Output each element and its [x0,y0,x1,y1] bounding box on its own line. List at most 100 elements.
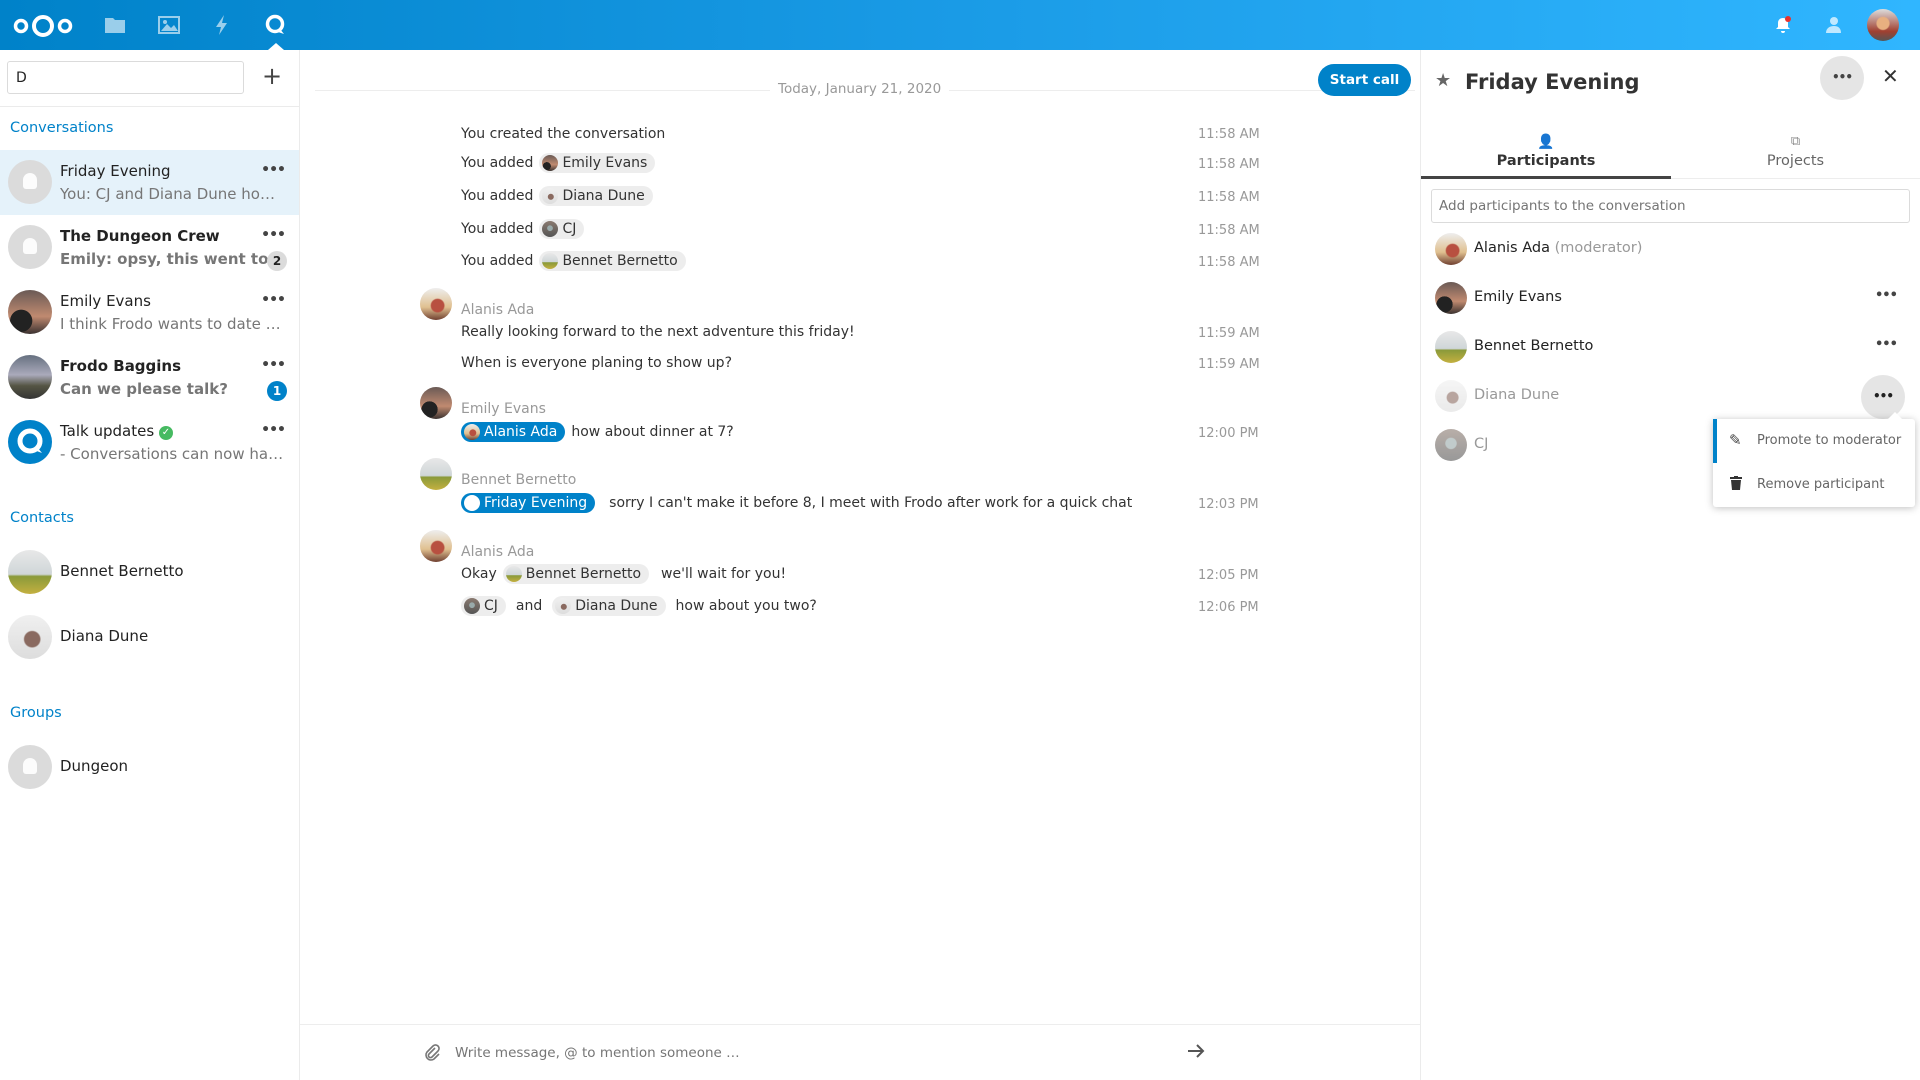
groups-heading: Groups [10,705,62,721]
more-icon[interactable]: ••• [261,227,286,243]
mention-name: Alanis Ada [484,424,558,440]
files-icon[interactable] [103,13,127,37]
mention-chip[interactable]: Emily Evans [539,153,656,173]
message-time: 12:06 PM [1198,600,1259,615]
participant-row[interactable]: Diana Dune ••• [1420,372,1920,421]
message-text: how about you two? [675,598,817,614]
conversation-item-frodo-baggins[interactable]: Frodo Baggins Can we please talk? ••• 1 [0,345,299,410]
start-call-button[interactable]: Start call [1318,64,1411,96]
message-input[interactable] [455,1038,1155,1068]
participant-row[interactable]: Emily Evans ••• [1420,274,1920,323]
mention-chip[interactable]: Diana Dune [552,596,666,616]
more-icon[interactable]: ••• [261,422,286,438]
tab-participants[interactable]: 👤 Participants [1421,134,1671,179]
conversation-item-friday-evening[interactable]: Friday Evening You: CJ and Diana Dune ho… [0,150,299,215]
mention-chip[interactable]: Diana Dune [539,186,653,206]
trash-icon [1730,476,1742,490]
mention-chip[interactable]: CJ [539,219,585,239]
author-avatar[interactable] [420,458,452,490]
conversation-name: Emily Evans [60,292,151,310]
participant-row[interactable]: Bennet Bernetto ••• [1420,323,1920,372]
author-avatar[interactable] [420,387,452,419]
mention-name: CJ [562,221,577,237]
conversations-heading: Conversations [10,120,114,136]
group-item-dungeon[interactable]: Dungeon [0,735,299,800]
more-icon[interactable]: ••• [261,292,286,308]
pencil-icon: ✎ [1729,431,1742,449]
conversation-name: The Dungeon Crew [60,227,220,245]
mention-name: CJ [484,598,498,614]
more-icon[interactable]: ••• [261,162,286,178]
author-avatar[interactable] [420,530,452,562]
participant-row[interactable]: Alanis Ada (moderator) [1420,225,1920,274]
participant-name: Emily Evans [1474,289,1562,305]
menu-item-label: Remove participant [1757,477,1885,492]
message-text: Really looking forward to the next adven… [461,324,855,340]
contacts-heading: Contacts [10,510,74,526]
mention-chip[interactable]: CJ [461,596,506,616]
notifications-icon[interactable] [1773,15,1793,35]
conversation-last-message: You: CJ and Diana Dune how about you two… [60,185,286,203]
participant-more-button[interactable]: ••• [1875,288,1898,303]
chat-message: Okay Bennet Bernetto we'll wait for you! [461,562,786,586]
conversation-name-text: Talk updates [60,422,155,440]
avatar [8,290,52,334]
new-conversation-button[interactable]: + [260,62,284,92]
contacts-icon[interactable] [1823,15,1843,35]
message-time: 11:58 AM [1198,127,1260,142]
mention-chip-self[interactable]: Alanis Ada [461,422,566,442]
conversation-item-emily-evans[interactable]: Emily Evans I think Frodo wants to date … [0,280,299,345]
group-avatar [8,745,52,789]
close-icon[interactable]: ✕ [1882,64,1899,88]
conversation-name: Frodo Baggins [60,357,182,375]
conversation-name: Friday Evening [60,162,171,180]
group-name: Dungeon [60,757,128,775]
author-avatar[interactable] [420,288,452,320]
tab-label: Participants [1496,153,1596,169]
talk-avatar [8,420,52,464]
attachment-icon[interactable] [423,1043,441,1061]
message-time: 12:00 PM [1198,426,1259,441]
system-message: You added Bennet Bernetto [461,249,686,273]
menu-item-promote[interactable]: ✎ Promote to moderator [1713,419,1915,463]
conversation-item-dungeon-crew[interactable]: The Dungeon Crew Emily: opsy, this went … [0,215,299,280]
add-participant-input[interactable] [1431,189,1910,223]
mention-name: Bennet Bernetto [562,253,678,269]
participant-actions-menu: ✎ Promote to moderator Remove participan… [1713,412,1915,507]
tab-projects[interactable]: ⧉ Projects [1671,134,1920,179]
photos-icon[interactable] [157,13,181,37]
message-text: how about dinner at 7? [571,424,734,440]
mention-chip-conversation[interactable]: Friday Evening [461,493,596,513]
menu-item-remove[interactable]: Remove participant [1713,463,1915,507]
conversation-more-button[interactable]: ••• [1820,56,1864,100]
conversation-item-talk-updates[interactable]: Talk updates ✓ - Conversations can now h… [0,410,299,475]
contact-item-diana[interactable]: Diana Dune [0,605,299,670]
participant-more-button[interactable]: ••• [1875,337,1898,352]
mention-name: Emily Evans [562,155,648,171]
avatar [1435,429,1467,461]
participants-icon: 👤 [1537,134,1555,150]
contact-item-bennet[interactable]: Bennet Bernetto [0,540,299,605]
user-avatar[interactable] [1867,9,1899,41]
conversation-title[interactable]: Friday Evening [1465,70,1640,94]
search-input[interactable] [7,61,244,94]
verified-icon: ✓ [158,426,173,440]
talk-icon[interactable] [263,13,287,37]
mention-name: Friday Evening [484,495,588,511]
message-time: 11:58 AM [1198,190,1260,205]
nextcloud-logo[interactable] [12,13,74,39]
more-icon[interactable]: ••• [261,357,286,373]
message-time: 11:59 AM [1198,357,1260,372]
divider [0,106,299,107]
tab-label: Projects [1766,153,1825,169]
activity-icon[interactable] [210,13,234,37]
favorite-star-icon[interactable]: ★ [1435,70,1451,91]
mention-chip[interactable]: Bennet Bernetto [539,251,686,271]
mention-chip[interactable]: Bennet Bernetto [502,564,650,584]
message-text: You added [461,221,534,237]
send-icon[interactable] [1186,1042,1206,1060]
message-time: 11:58 AM [1198,255,1260,270]
message-text: Okay [461,566,497,582]
system-message: You added CJ [461,217,585,241]
menu-item-label: Promote to moderator [1757,433,1902,448]
